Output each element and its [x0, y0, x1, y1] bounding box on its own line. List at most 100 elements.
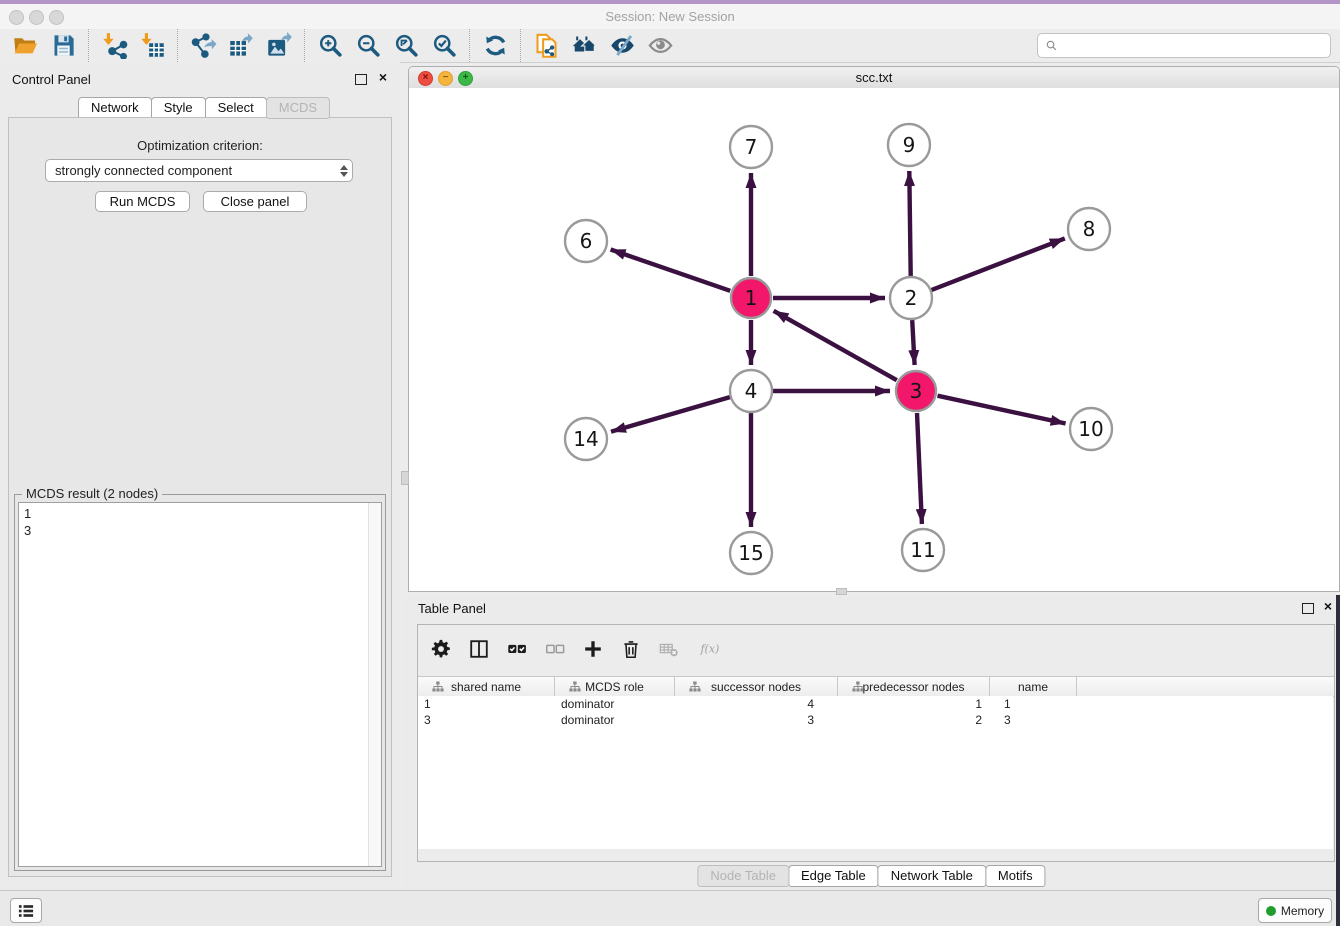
- control-panel-close-icon[interactable]: ×: [379, 69, 387, 85]
- node-10[interactable]: 10: [1070, 408, 1112, 450]
- delete-column-icon: [650, 632, 688, 666]
- optimization-criterion-dropdown[interactable]: strongly connected component: [45, 159, 353, 182]
- main-titlebar[interactable]: Session: New Session: [0, 4, 1340, 30]
- tab-select[interactable]: Select: [205, 97, 267, 119]
- zoom-fit-icon[interactable]: [387, 31, 425, 61]
- show-eye-icon[interactable]: [641, 31, 679, 61]
- close-panel-button[interactable]: Close panel: [203, 191, 307, 212]
- table-panel-float-icon[interactable]: [1302, 603, 1314, 614]
- gear-icon[interactable]: [422, 632, 460, 666]
- edge-4-14[interactable]: [611, 397, 730, 432]
- node-9[interactable]: 9: [888, 124, 930, 166]
- tab-motifs[interactable]: Motifs: [985, 865, 1046, 887]
- table-header-row: shared nameMCDS rolesuccessor nodesprede…: [418, 676, 1334, 697]
- tab-network[interactable]: Network: [78, 97, 152, 119]
- node-3[interactable]: 3: [896, 371, 936, 411]
- node-11[interactable]: 11: [902, 529, 944, 571]
- search-input[interactable]: [1063, 36, 1330, 56]
- table-cell[interactable]: 3: [418, 713, 555, 727]
- tab-network-table[interactable]: Network Table: [878, 865, 986, 887]
- network-window-titlebar[interactable]: × − + scc.txt: [409, 67, 1339, 89]
- splitter-handle-bottom[interactable]: [836, 588, 847, 595]
- table-panel-title: Table Panel: [418, 601, 486, 616]
- node-7[interactable]: 7: [730, 126, 772, 168]
- table-panel-close-icon[interactable]: ×: [1324, 598, 1332, 614]
- add-row-icon[interactable]: [574, 632, 612, 666]
- memory-label: Memory: [1281, 904, 1324, 918]
- run-mcds-button[interactable]: Run MCDS: [95, 191, 190, 212]
- toolbar-group: [520, 29, 685, 62]
- node-6[interactable]: 6: [565, 220, 607, 262]
- svg-text:8: 8: [1083, 217, 1096, 241]
- home-pair-icon[interactable]: [565, 31, 603, 61]
- node-4[interactable]: 4: [730, 370, 772, 412]
- edge-1-6[interactable]: [611, 250, 731, 291]
- node-14[interactable]: 14: [565, 418, 607, 460]
- result-scrollbar[interactable]: [368, 503, 381, 866]
- node-2[interactable]: 2: [890, 277, 932, 319]
- table-cell[interactable]: dominator: [555, 713, 675, 727]
- save-icon[interactable]: [44, 31, 82, 61]
- dropdown-value: strongly connected component: [46, 163, 335, 178]
- import-table-icon[interactable]: [133, 31, 171, 61]
- tab-mcds[interactable]: MCDS: [266, 97, 330, 119]
- column-header-MCDS-role[interactable]: MCDS role: [555, 677, 675, 696]
- table-tabbar: Node TableEdge TableNetwork TableMotifs: [697, 865, 1044, 887]
- edge-2-8[interactable]: [932, 238, 1065, 290]
- table-cell[interactable]: 4: [675, 697, 838, 711]
- hierarchy-icon: [845, 681, 857, 693]
- deselect-all-icon[interactable]: [536, 632, 574, 666]
- tab-edge-table[interactable]: Edge Table: [788, 865, 879, 887]
- refresh-icon[interactable]: [476, 31, 514, 61]
- export-table-icon[interactable]: [222, 31, 260, 61]
- control-panel: Control Panel × NetworkStyleSelectMCDS O…: [0, 62, 400, 890]
- toolbar-group: [177, 29, 304, 62]
- splitter-handle-left[interactable]: [401, 471, 409, 485]
- copy-style-icon[interactable]: [527, 31, 565, 61]
- column-header-shared-name[interactable]: shared name: [418, 677, 555, 696]
- table-row[interactable]: 3dominator323: [418, 712, 1333, 728]
- zoom-selected-icon[interactable]: [425, 31, 463, 61]
- table-cell[interactable]: 1: [838, 697, 990, 711]
- export-network-icon[interactable]: [184, 31, 222, 61]
- node-15[interactable]: 15: [730, 532, 772, 574]
- network-graph[interactable]: 7 9 6 8 1 2 4 3 14 10 15 11: [409, 88, 1339, 591]
- table-cell[interactable]: 3: [990, 713, 1077, 727]
- search-field[interactable]: [1037, 33, 1331, 58]
- table-cell[interactable]: dominator: [555, 697, 675, 711]
- select-all-icon[interactable]: [498, 632, 536, 666]
- import-network-icon[interactable]: [95, 31, 133, 61]
- zoom-in-icon[interactable]: [311, 31, 349, 61]
- edge-3-11[interactable]: [917, 413, 922, 524]
- tab-node-table[interactable]: Node Table: [697, 865, 789, 887]
- edge-3-1[interactable]: [774, 311, 897, 380]
- control-panel-float-icon[interactable]: [355, 74, 367, 85]
- column-header-predecessor-nodes[interactable]: predecessor nodes: [838, 677, 990, 696]
- control-panel-title: Control Panel: [12, 72, 91, 87]
- edge-2-3[interactable]: [912, 320, 914, 365]
- table-cell[interactable]: 2: [838, 713, 990, 727]
- edge-3-10[interactable]: [938, 396, 1066, 424]
- table-cell[interactable]: 3: [675, 713, 838, 727]
- tab-style[interactable]: Style: [151, 97, 206, 119]
- column-header-successor-nodes[interactable]: successor nodes: [675, 677, 838, 696]
- node-8[interactable]: 8: [1068, 208, 1110, 250]
- memory-button[interactable]: Memory: [1258, 898, 1332, 923]
- network-canvas[interactable]: 7 9 6 8 1 2 4 3 14 10 15 11: [409, 88, 1339, 591]
- table-cell[interactable]: 1: [418, 697, 555, 711]
- edge-2-9[interactable]: [909, 171, 910, 276]
- split-panes-icon[interactable]: [460, 632, 498, 666]
- node-1[interactable]: 1: [731, 278, 771, 318]
- table-row[interactable]: 1dominator411: [418, 696, 1333, 712]
- task-history-button[interactable]: [10, 898, 42, 923]
- column-header-name[interactable]: name: [990, 677, 1077, 696]
- table-cell[interactable]: 1: [990, 697, 1077, 711]
- delete-row-icon[interactable]: [612, 632, 650, 666]
- svg-text:11: 11: [910, 538, 935, 562]
- hide-eye-icon[interactable]: [603, 31, 641, 61]
- mcds-result-textarea[interactable]: 1 3: [18, 502, 382, 867]
- zoom-out-icon[interactable]: [349, 31, 387, 61]
- export-image-icon[interactable]: [260, 31, 298, 61]
- open-folder-icon[interactable]: [6, 31, 44, 61]
- mcds-result-values: 1 3: [24, 505, 31, 539]
